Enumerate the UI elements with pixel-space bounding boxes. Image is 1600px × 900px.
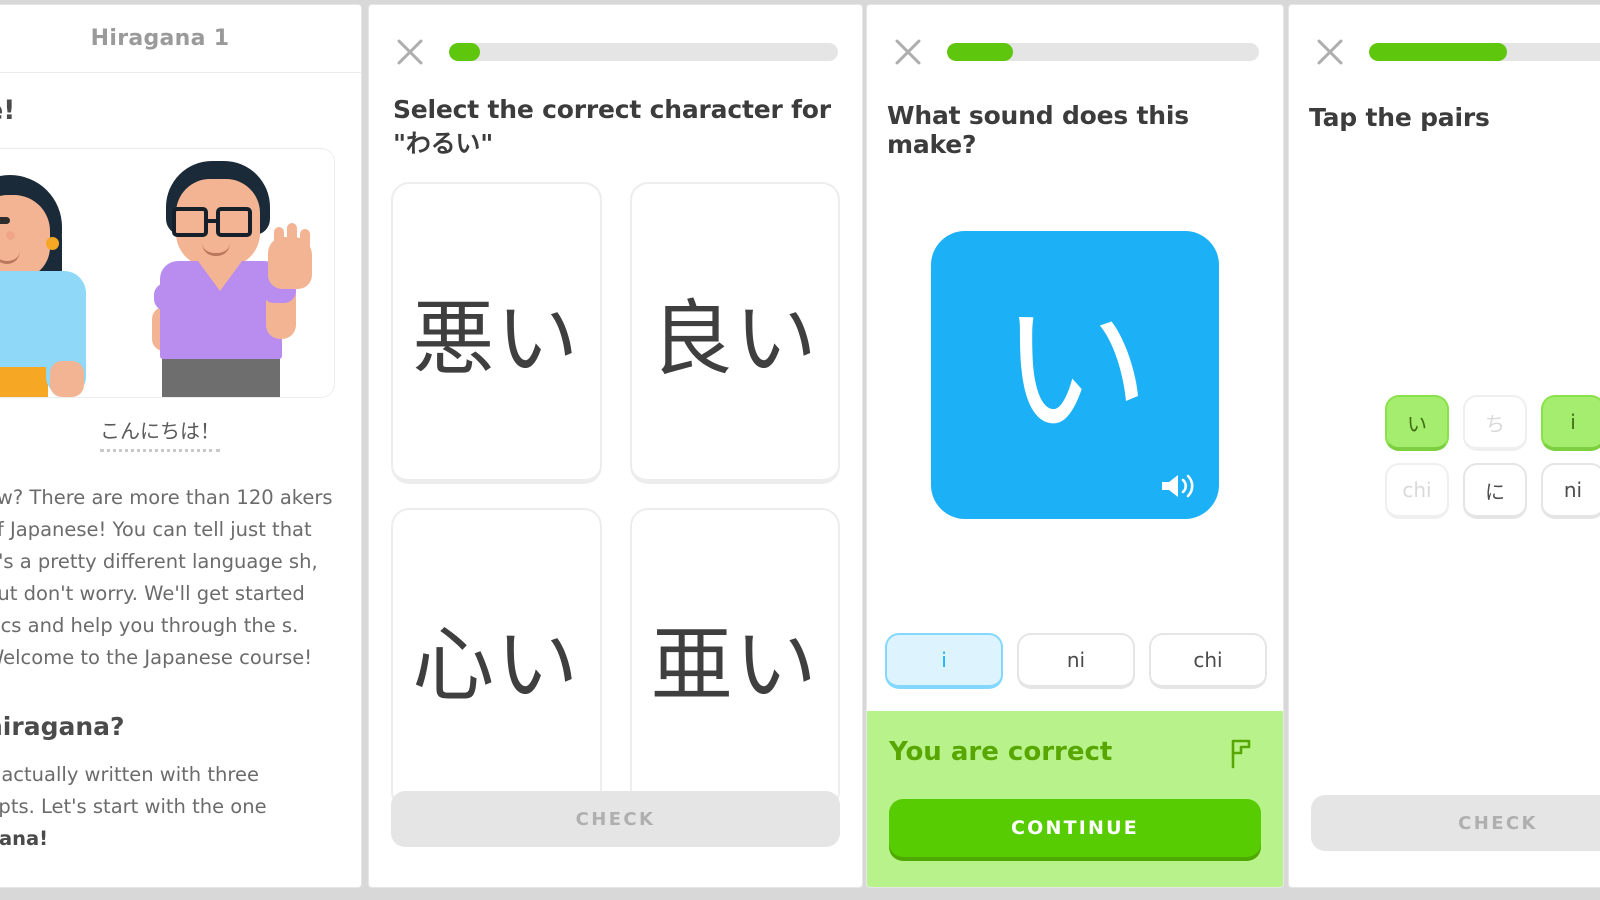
exercise-header <box>867 5 1283 69</box>
character-glyph: い <box>999 284 1150 458</box>
lesson-tip-panel: Hiragana 1 e! <box>0 4 362 888</box>
exercise-prompt: What sound does this make? <box>887 101 1189 159</box>
answer-option-ni[interactable]: ni <box>1017 633 1135 689</box>
progress-bar <box>1369 43 1600 61</box>
continue-button[interactable]: CONTINUE <box>889 799 1261 857</box>
answer-options: i ni chi <box>885 633 1283 689</box>
character-option[interactable]: 良い <box>629 182 840 484</box>
illustration-card <box>0 148 335 398</box>
exercise-header <box>369 5 862 69</box>
exercise-prompt: Select the correct character for "わるい" <box>393 95 831 158</box>
pair-tile[interactable]: ち <box>1463 395 1527 451</box>
feedback-banner: You are correct CONTINUE <box>867 711 1283 887</box>
speaker-icon <box>1162 474 1194 498</box>
feedback-title: You are correct <box>889 737 1113 767</box>
close-icon[interactable] <box>393 35 427 69</box>
character-option[interactable]: 悪い <box>391 182 602 484</box>
progress-fill <box>1369 43 1508 61</box>
pair-tile[interactable]: ni <box>1541 463 1600 519</box>
page-title: Hiragana 1 <box>90 26 230 51</box>
lesson-subheading: hiragana? <box>0 712 125 741</box>
character-option[interactable]: 亜い <box>629 508 840 810</box>
caption-text: こんにちは！ <box>100 415 220 452</box>
lesson-paragraph-2-line-3: gana! <box>0 827 49 850</box>
exercise-header <box>1289 5 1600 69</box>
illustration-caption: こんにちは！ <box>0 415 335 452</box>
check-button[interactable]: CHECK <box>1311 795 1600 851</box>
lesson-paragraph-2-line-1: s actually written with three <box>0 763 259 786</box>
person-woman-illustration <box>0 165 120 397</box>
lesson-paragraph: ow? There are more than 120 akers of Jap… <box>0 486 333 669</box>
check-button[interactable]: CHECK <box>391 791 840 847</box>
tap-pairs-panel: Tap the pairs い ち i chi に ni CHECK <box>1288 4 1600 888</box>
sound-exercise-panel: What sound does this make? い i ni chi Yo… <box>866 4 1284 888</box>
lesson-heading: e! <box>0 95 16 126</box>
person-man-illustration <box>136 161 334 397</box>
answer-option-chi[interactable]: chi <box>1149 633 1267 689</box>
lesson-body: e! <box>0 73 361 855</box>
answer-option-i[interactable]: i <box>885 633 1003 689</box>
exercise-prompt: Tap the pairs <box>1309 103 1490 132</box>
lesson-titlebar: Hiragana 1 <box>0 5 361 73</box>
sound-card-wrap: い <box>867 231 1283 519</box>
pair-tile[interactable]: i <box>1541 395 1600 451</box>
pair-tile[interactable]: chi <box>1385 463 1449 519</box>
progress-bar <box>947 43 1259 61</box>
close-icon[interactable] <box>891 35 925 69</box>
pair-tile[interactable]: い <box>1385 395 1449 451</box>
progress-fill <box>449 43 481 61</box>
character-option[interactable]: 心い <box>391 508 602 810</box>
audio-character-card[interactable]: い <box>931 231 1219 519</box>
progress-fill <box>947 43 1013 61</box>
screen: Hiragana 1 e! <box>0 0 1600 900</box>
pair-tiles-grid: い ち i chi に ni <box>1385 395 1600 519</box>
progress-bar <box>449 43 838 61</box>
lesson-paragraph-2: s actually written with three ripts. Let… <box>0 759 335 855</box>
close-icon[interactable] <box>1313 35 1347 69</box>
pair-tile[interactable]: に <box>1463 463 1527 519</box>
flag-icon[interactable] <box>1229 737 1259 769</box>
character-options-grid: 悪い 良い 心い 亜い <box>391 182 840 810</box>
select-character-panel: Select the correct character for "わるい" 悪… <box>368 4 863 888</box>
lesson-paragraph-2-line-2: ripts. Let's start with the one <box>0 795 267 818</box>
